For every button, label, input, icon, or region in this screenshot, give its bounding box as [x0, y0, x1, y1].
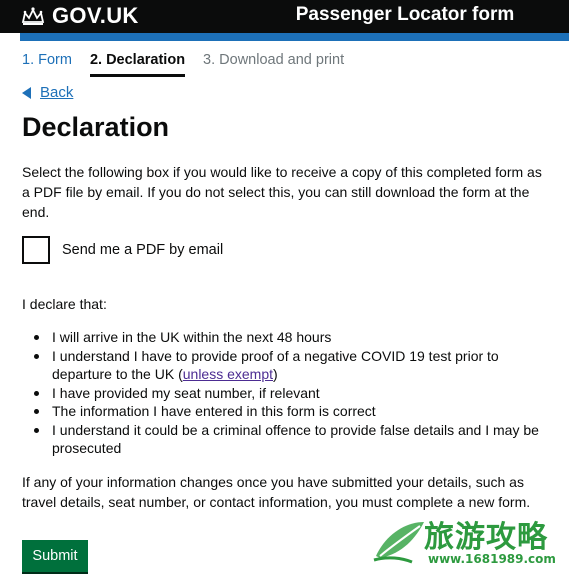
step-declaration: 2. Declaration: [89, 52, 186, 77]
back-arrow-icon: [22, 86, 31, 99]
declaration-text: The information I have entered in this f…: [52, 403, 376, 419]
site-header: GOV.UK Passenger Locator form: [0, 0, 569, 33]
watermark-title: 旅游攻略: [424, 520, 548, 555]
logo-text: GOV.UK: [52, 3, 139, 28]
send-pdf-label[interactable]: Send me a PDF by email: [62, 242, 223, 258]
header-accent-bar: [20, 33, 569, 41]
declaration-text-end: ): [273, 366, 278, 382]
pdf-email-option[interactable]: Send me a PDF by email: [22, 236, 223, 264]
declaration-item: I understand it could be a criminal offe…: [22, 421, 542, 458]
declaration-item: I understand I have to provide proof of …: [22, 347, 542, 384]
declaration-item: I will arrive in the UK within the next …: [22, 328, 542, 347]
declaration-item: The information I have entered in this f…: [22, 402, 542, 421]
back-link[interactable]: Back: [22, 84, 73, 101]
step-form[interactable]: 1. Form: [22, 52, 72, 77]
step-navigation: 1. Form 2. Declaration 3. Download and p…: [22, 52, 362, 77]
declaration-text: I have provided my seat number, if relev…: [52, 384, 320, 401]
outro-text: If any of your information changes once …: [22, 474, 531, 510]
step-download-print: 3. Download and print: [203, 52, 345, 68]
back-link-label: Back: [40, 84, 74, 101]
crown-icon: [21, 7, 45, 25]
leaf-logo-icon: [373, 522, 424, 564]
declaration-text: I will arrive in the UK within the next …: [52, 329, 332, 345]
declaration-item: I have provided my seat number, if relev…: [22, 384, 542, 403]
send-pdf-checkbox[interactable]: [22, 236, 50, 264]
declare-intro: I declare that:: [22, 296, 107, 312]
watermark-url: www.1681989.com: [428, 552, 556, 566]
service-name[interactable]: Passenger Locator form: [260, 4, 550, 26]
submit-button[interactable]: Submit: [22, 540, 88, 572]
unless-exempt-link[interactable]: unless exempt: [183, 366, 273, 382]
govuk-logo[interactable]: GOV.UK: [20, 2, 139, 30]
page-title: Declaration: [22, 112, 170, 142]
watermark: 旅游攻略 www.1681989.com: [372, 510, 562, 572]
declaration-list: I will arrive in the UK within the next …: [22, 328, 542, 458]
intro-text: Select the following box if you would li…: [22, 164, 542, 220]
declaration-text: I understand it could be a criminal offe…: [52, 421, 539, 457]
